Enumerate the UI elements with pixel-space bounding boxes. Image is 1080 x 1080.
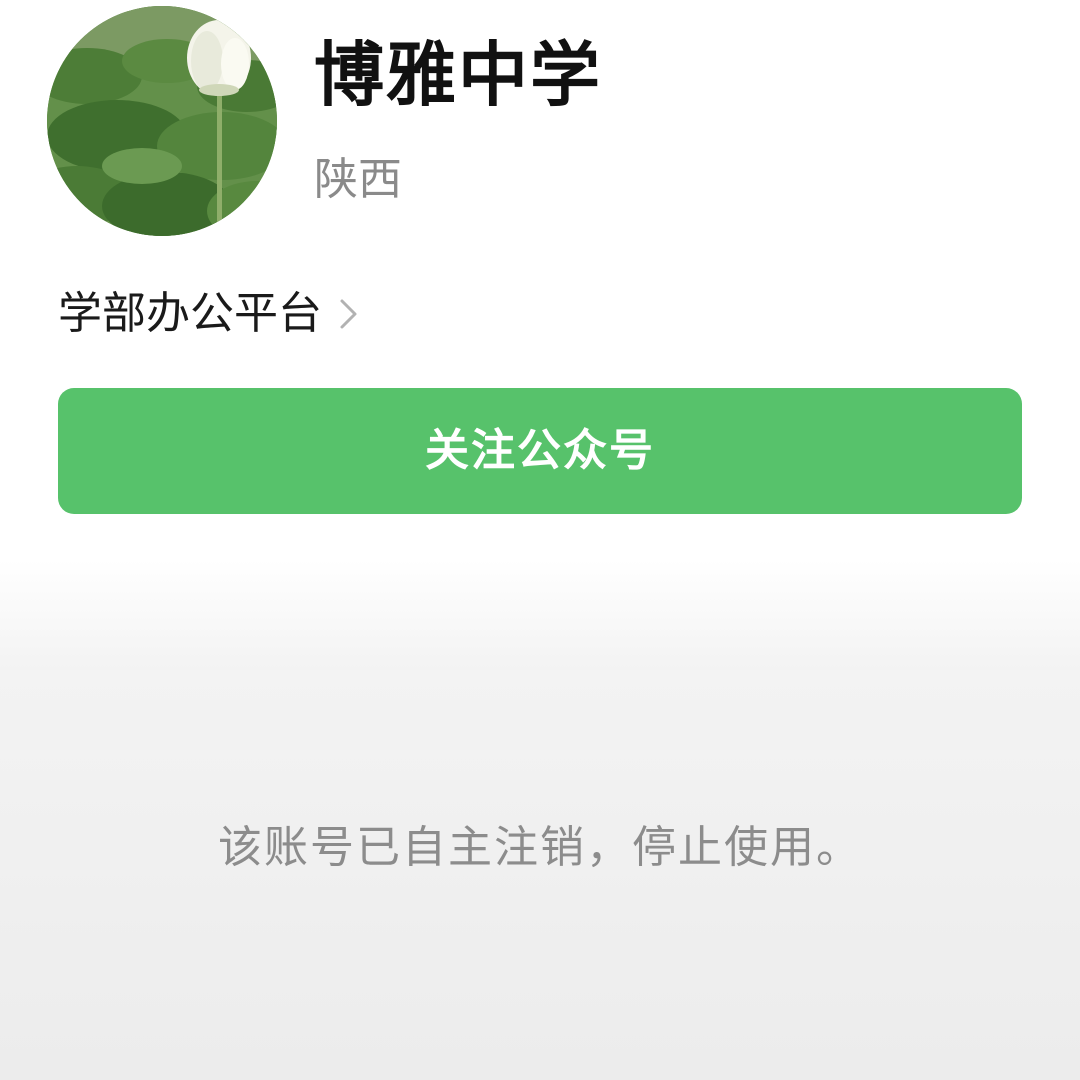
account-status-area: 该账号已自主注销，停止使用。 (0, 560, 1080, 1080)
account-region: 陕西 (314, 154, 402, 205)
account-avatar[interactable] (47, 6, 277, 236)
follow-account-button[interactable]: 关注公众号 (58, 388, 1022, 514)
account-profile-header: 博雅中学 陕西 学部办公平台 关注公众号 (0, 0, 1080, 560)
account-name: 博雅中学 (314, 34, 602, 116)
account-deactivated-notice: 该账号已自主注销，停止使用。 (218, 822, 862, 873)
chevron-right-icon (340, 299, 357, 329)
follow-button-label: 关注公众号 (425, 426, 655, 475)
account-owner-label: 学部办公平台 (58, 288, 322, 339)
lotus-avatar-image (47, 6, 277, 236)
account-owner-link[interactable]: 学部办公平台 (58, 282, 360, 346)
